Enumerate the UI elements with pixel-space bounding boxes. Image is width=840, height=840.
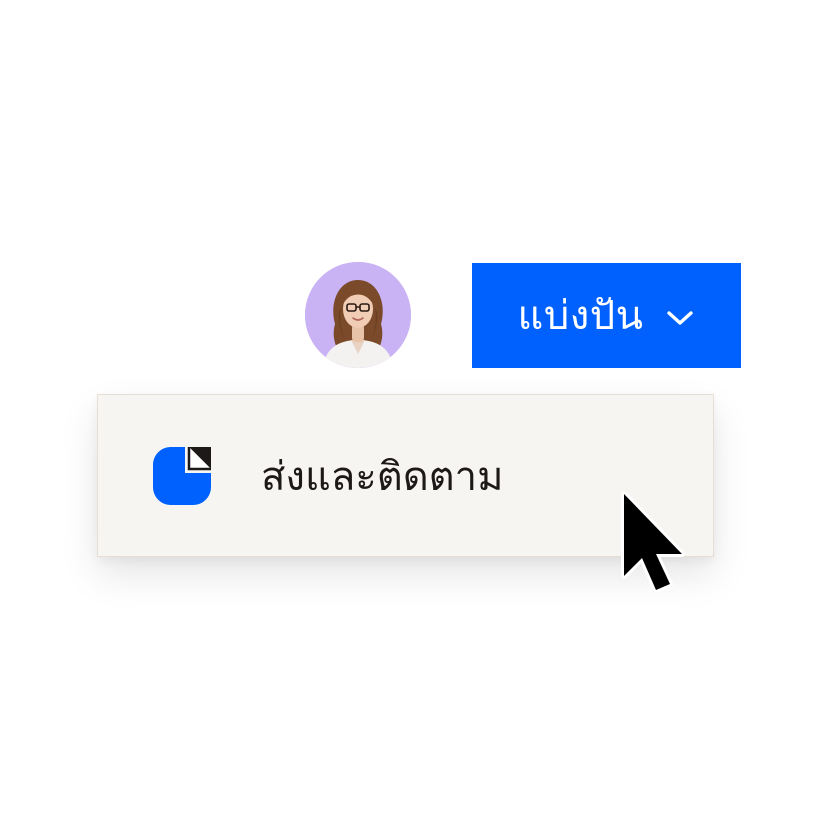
share-button[interactable]: แบ่งปัน xyxy=(472,263,741,368)
user-avatar[interactable] xyxy=(305,262,411,368)
menu-item-label: ส่งและติดตาม xyxy=(261,454,504,500)
mouse-pointer-icon xyxy=(612,486,692,602)
chevron-down-icon xyxy=(665,304,695,328)
send-and-track-icon xyxy=(151,443,215,507)
avatar-portrait-icon xyxy=(305,262,411,368)
share-button-label: แบ่งปัน xyxy=(517,292,644,339)
